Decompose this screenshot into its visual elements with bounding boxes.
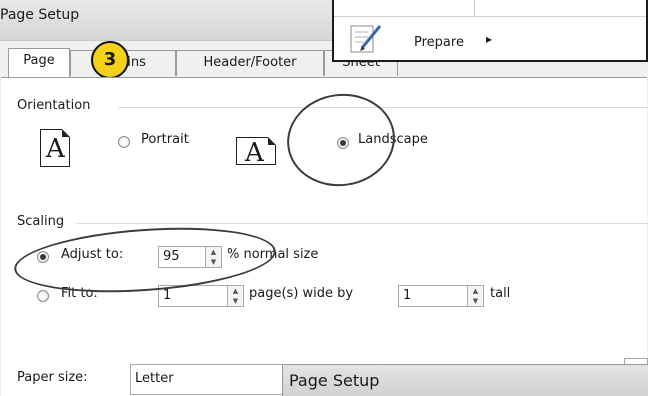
dialog-title: Page Setup (0, 7, 80, 23)
portrait-page-icon: A (40, 129, 70, 167)
fit-to-radio[interactable] (37, 290, 49, 302)
portrait-label[interactable]: Portrait (141, 132, 189, 147)
portrait-glyph: A (46, 134, 65, 164)
menu-separator (334, 16, 646, 17)
landscape-page-icon: A (236, 137, 276, 168)
step-badge: 3 (91, 41, 129, 79)
prepare-document-icon (348, 20, 384, 56)
menu-divider (474, 0, 475, 16)
menu-item-prepare[interactable]: Prepare (414, 35, 464, 50)
tab-page[interactable]: Page (8, 48, 70, 77)
landscape-glyph: A (245, 138, 264, 168)
fit-wide-spinner[interactable]: ▲ ▼ (228, 285, 244, 307)
paper-size-select[interactable]: Letter (130, 364, 290, 395)
scaling-heading: Scaling (17, 214, 65, 229)
overlay-dialog-titlebar: Page Setup (282, 364, 648, 396)
portrait-radio[interactable] (118, 136, 130, 148)
fit-wide-suffix: page(s) wide by (249, 286, 354, 301)
chevron-right-icon: ▸ (486, 32, 493, 46)
page-fold-shape (268, 137, 276, 145)
fit-tall-input[interactable]: 1 (398, 285, 468, 307)
paper-size-label: Paper size: (17, 370, 88, 385)
tab-header-footer[interactable]: Header/Footer (176, 50, 324, 76)
fit-tall-spinner[interactable]: ▲ ▼ (468, 285, 484, 307)
office-menu-popup: Prepare ▸ (332, 0, 648, 62)
scaling-divider (76, 223, 648, 224)
fit-tall-suffix: tall (490, 286, 511, 301)
overlay-dialog-title: Page Setup (289, 371, 380, 390)
orientation-heading: Orientation (17, 98, 91, 113)
orientation-divider (118, 107, 648, 108)
